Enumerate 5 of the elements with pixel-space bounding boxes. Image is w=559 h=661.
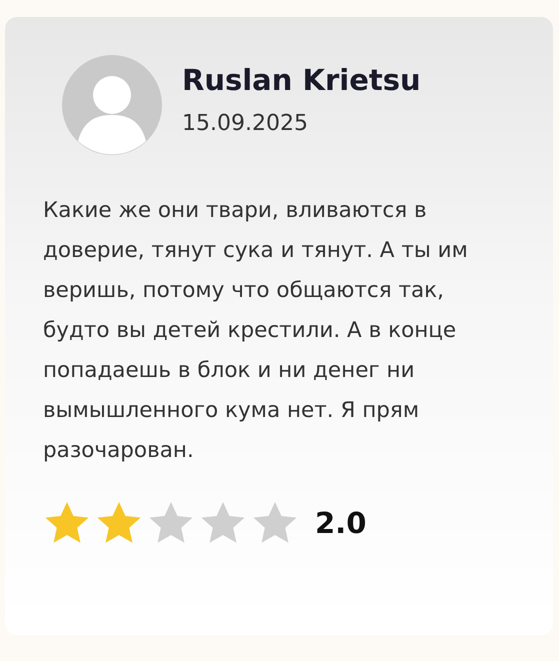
avatar-icon [62,55,162,155]
review-date: 15.09.2025 [182,111,309,136]
author-name: Ruslan Krietsu [182,63,421,97]
review-text: Какие же они твари, вливаются в доверие, тянут сука и тянут. А ты им веришь, потому что общаются так, будто вы детей крестили. А в конце попадаешь в блок и ни денег ни вымышленного кума нет. Я прям разочарован. [43,197,469,465]
rating-value: 2.0 [315,506,366,540]
